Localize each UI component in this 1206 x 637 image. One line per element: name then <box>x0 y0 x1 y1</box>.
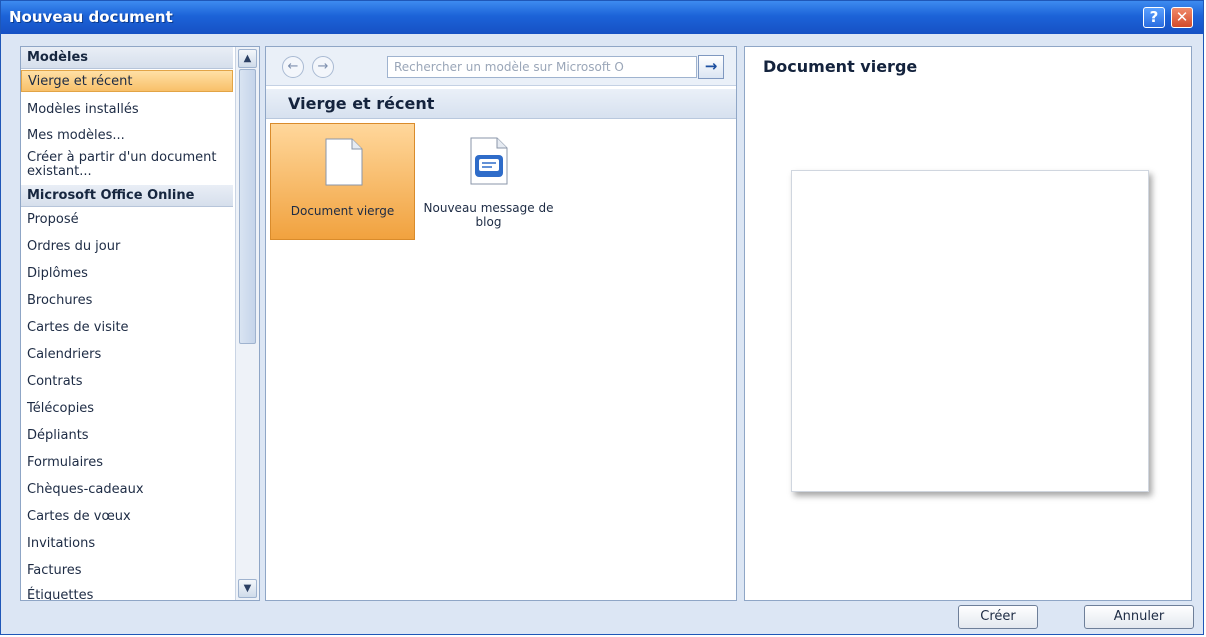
category-item-invitations[interactable]: Invitations <box>21 533 233 555</box>
template-search-input[interactable]: Rechercher un modèle sur Microsoft O <box>387 56 697 78</box>
category-item-invoices[interactable]: Factures <box>21 560 233 582</box>
title-bar: Nouveau document ? ✕ <box>1 1 1203 34</box>
help-button[interactable]: ? <box>1143 7 1165 28</box>
search-go-icon[interactable]: → <box>698 55 724 79</box>
scroll-down-icon[interactable]: ▼ <box>238 579 257 598</box>
category-item-my-templates[interactable]: Mes modèles... <box>21 125 233 147</box>
category-item-contracts[interactable]: Contrats <box>21 371 233 393</box>
preview-pane: Document vierge <box>744 46 1192 601</box>
tile-blank-document[interactable]: Document vierge <box>270 123 415 240</box>
tile-blog-post[interactable]: Nouveau message de blog <box>416 123 561 240</box>
category-item-calendars[interactable]: Calendriers <box>21 344 233 366</box>
cancel-button[interactable]: Annuler <box>1084 605 1194 629</box>
category-item-faxes[interactable]: Télécopies <box>21 398 233 420</box>
close-button[interactable]: ✕ <box>1171 7 1193 28</box>
category-item-brochures[interactable]: Brochures <box>21 290 233 312</box>
category-item-featured[interactable]: Proposé <box>21 209 233 231</box>
create-button[interactable]: Créer <box>958 605 1038 629</box>
category-item-installed-templates[interactable]: Modèles installés <box>21 99 233 121</box>
window-title: Nouveau document <box>9 8 173 26</box>
preview-title: Document vierge <box>763 57 918 76</box>
category-item-labels[interactable]: Étiquettes <box>21 585 233 600</box>
category-item-diplomas[interactable]: Diplômes <box>21 263 233 285</box>
category-item-greeting-cards[interactable]: Cartes de vœux <box>21 506 233 528</box>
scroll-up-icon[interactable]: ▲ <box>238 49 257 68</box>
category-scrollbar[interactable]: ▲ ▼ <box>235 47 259 600</box>
category-item-agendas[interactable]: Ordres du jour <box>21 236 233 258</box>
tile-label: Document vierge <box>290 204 395 218</box>
category-item-flyers[interactable]: Dépliants <box>21 425 233 447</box>
blog-post-icon <box>470 137 508 185</box>
scroll-thumb[interactable] <box>239 69 256 344</box>
new-document-dialog: Nouveau document ? ✕ Modèles Vierge et r… <box>0 0 1204 635</box>
category-header-office-online: Microsoft Office Online <box>21 185 233 207</box>
preview-page-thumbnail <box>791 170 1149 492</box>
category-item-business-cards[interactable]: Cartes de visite <box>21 317 233 339</box>
category-item-from-existing[interactable]: Créer à partir d'un document existant... <box>21 147 233 183</box>
back-arrow-icon[interactable]: ← <box>282 56 304 78</box>
tile-label: Nouveau message de blog <box>423 201 554 229</box>
category-item-blank-recent[interactable]: Vierge et récent <box>21 70 233 92</box>
template-categories-pane: Modèles Vierge et récent Modèles install… <box>20 46 260 601</box>
section-title: Vierge et récent <box>266 89 736 119</box>
blank-document-icon <box>325 138 363 186</box>
category-item-forms[interactable]: Formulaires <box>21 452 233 474</box>
navigation-bar: ← → Rechercher un modèle sur Microsoft O… <box>266 47 736 86</box>
template-browser-pane: ← → Rechercher un modèle sur Microsoft O… <box>265 46 737 601</box>
category-header-templates: Modèles <box>21 47 233 69</box>
category-item-gift-certificates[interactable]: Chèques-cadeaux <box>21 479 233 501</box>
forward-arrow-icon[interactable]: → <box>312 56 334 78</box>
